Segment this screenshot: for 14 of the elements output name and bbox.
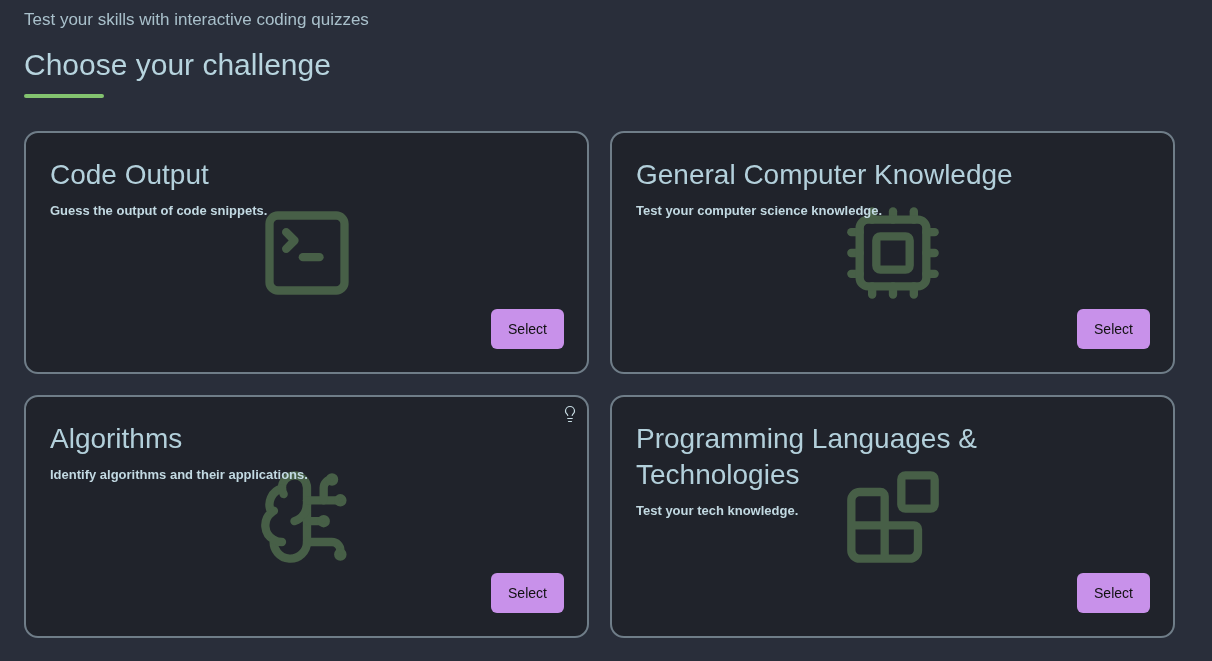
card-description: Test your computer science knowledge. bbox=[636, 202, 883, 220]
select-button[interactable]: Select bbox=[491, 309, 564, 349]
select-button[interactable]: Select bbox=[1077, 309, 1150, 349]
card-description: Test your tech knowledge. bbox=[636, 502, 799, 520]
page-title: Choose your challenge bbox=[24, 47, 331, 83]
card-title: Code Output bbox=[50, 158, 209, 192]
card-description: Identify algorithms and their applications. bbox=[50, 466, 308, 484]
select-button[interactable]: Select bbox=[491, 573, 564, 613]
page-subtitle: Test your skills with interactive coding quizzes bbox=[24, 9, 369, 31]
card-description: Guess the output of code snippets. bbox=[50, 202, 268, 220]
card-title: Algorithms bbox=[50, 422, 183, 456]
card-title: Programming Languages & Technologies bbox=[636, 422, 978, 492]
select-button[interactable]: Select bbox=[1077, 573, 1150, 613]
card-title: General Computer Knowledge bbox=[636, 158, 1013, 192]
